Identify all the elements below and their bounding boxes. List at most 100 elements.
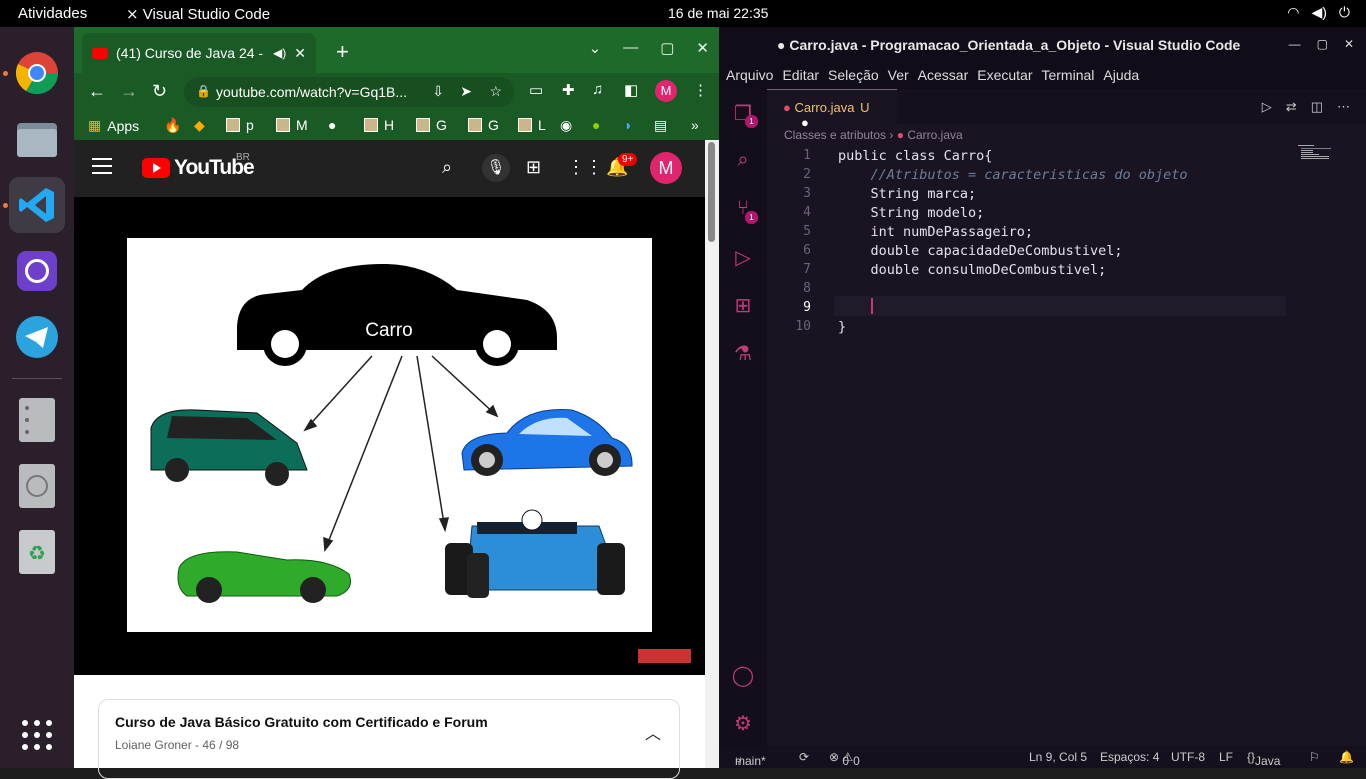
video-player[interactable]: Carro <box>74 197 705 675</box>
problems-status[interactable]: ⊗ 0 ⚠ 0 <box>829 750 860 768</box>
scrollbar-thumb[interactable] <box>708 142 715 242</box>
tab-status: U <box>860 100 870 115</box>
minimap[interactable] <box>1298 145 1354 165</box>
menu-ver[interactable]: Ver <box>888 63 916 89</box>
search-icon[interactable]: ⌕ <box>731 149 755 173</box>
omnibox[interactable]: 🔒 youtube.com/watch?v=Gq1B... ⇩ ➤ ☆ <box>184 77 514 107</box>
account-avatar[interactable]: M <box>650 152 682 184</box>
accounts-icon[interactable]: ◯ <box>731 663 755 687</box>
activities-button[interactable]: Atividades <box>18 5 87 22</box>
feedback-icon[interactable]: ⚐ <box>1309 750 1320 764</box>
bookmark-wave[interactable]: ◗ <box>624 117 632 133</box>
cursor-position[interactable]: Ln 9, Col 5 <box>1029 750 1087 764</box>
settings-gear-icon[interactable]: ⚙ <box>731 711 755 735</box>
bookmark-tiger[interactable]: ◆ <box>194 117 205 134</box>
create-video-icon[interactable]: ⊞ <box>526 157 541 178</box>
end-of-line[interactable]: LF <box>1219 750 1233 764</box>
menu-arquivo[interactable]: Arquivo <box>726 63 780 89</box>
system-tray[interactable]: ◠ ◀) ⏻ <box>1287 4 1350 21</box>
line-number: 10 <box>795 319 811 334</box>
line-number: 3 <box>803 186 811 201</box>
search-icon[interactable]: ⌕ <box>442 157 452 178</box>
apps-icon[interactable]: ⋮⋮ <box>567 157 603 178</box>
install-icon[interactable]: ⇩ <box>432 83 444 100</box>
bookmark-l[interactable]: L <box>518 117 546 133</box>
page-scrollbar[interactable] <box>705 140 719 768</box>
minimize-icon[interactable]: — <box>623 39 638 57</box>
clock[interactable]: 16 de mai 22:35 <box>668 5 768 21</box>
disk-icon[interactable] <box>9 458 65 514</box>
menu-acessar[interactable]: Acessar <box>918 63 976 89</box>
menu-icon[interactable]: ⋮ <box>693 81 708 99</box>
minimize-icon[interactable]: — <box>1289 37 1301 51</box>
split-editor-icon[interactable]: ◫ <box>1311 99 1323 115</box>
encoding[interactable]: UTF-8 <box>1171 750 1205 764</box>
menu-terminal[interactable]: Terminal <box>1041 63 1101 89</box>
menu-selecao[interactable]: Seleção <box>828 63 886 89</box>
telegram-icon[interactable] <box>9 309 65 365</box>
media-icon[interactable]: ♫ <box>592 81 603 98</box>
hamburger-menu-icon[interactable] <box>92 158 112 179</box>
cast-icon[interactable]: ▭ <box>529 81 543 99</box>
source-control-icon[interactable]: ⑂ 1 <box>731 197 758 224</box>
bookmark-m[interactable]: M <box>276 117 308 133</box>
maximize-icon[interactable]: ▢ <box>660 39 674 57</box>
profile-avatar[interactable]: M <box>655 80 677 102</box>
compare-icon[interactable]: ⇄ <box>1286 99 1297 115</box>
close-tab-icon[interactable]: ✕ <box>294 45 306 62</box>
more-bookmarks-icon[interactable]: » <box>691 117 699 133</box>
sidepanel-icon[interactable]: ◧ <box>624 81 638 99</box>
active-app-menu[interactable]: ⨯ Visual Studio Code <box>126 5 270 23</box>
code-editor[interactable]: 1 public class Carro{2 //Atributos = cara… <box>767 145 1366 754</box>
speaker-icon[interactable]: ◀) <box>273 46 286 60</box>
bookmark-owl[interactable]: ● <box>592 117 600 133</box>
reload-button[interactable]: ↻ <box>152 81 167 102</box>
explorer-icon[interactable]: ❐ 1 <box>731 101 758 128</box>
send-icon[interactable]: ➤ <box>460 83 472 100</box>
new-tab-button[interactable]: + <box>336 39 349 65</box>
star-icon[interactable]: ☆ <box>489 83 502 100</box>
bookmark-globe[interactable]: ◉ <box>560 117 572 134</box>
sync-icon[interactable]: ⟳ <box>799 750 809 764</box>
extensions-icon[interactable]: ⊞ <box>731 293 755 317</box>
indentation[interactable]: Espaços: 4 <box>1100 750 1159 764</box>
testing-icon[interactable]: ⚗ <box>731 341 755 365</box>
forward-button[interactable]: → <box>120 81 138 102</box>
maximize-icon[interactable]: ▢ <box>1317 37 1328 51</box>
bookmark-h[interactable]: H <box>364 117 394 133</box>
breadcrumb-file[interactable]: Carro.java <box>907 128 962 142</box>
vscode-icon[interactable] <box>9 177 65 233</box>
menu-editar[interactable]: Editar <box>782 63 826 89</box>
back-button[interactable]: ← <box>88 81 106 102</box>
bookmark-bar-icon[interactable]: ▤ <box>654 117 667 134</box>
menu-ajuda[interactable]: Ajuda <box>1103 63 1146 89</box>
microphone-icon[interactable]: 🎙 <box>482 154 510 182</box>
bookmark-g1[interactable]: G <box>416 117 447 133</box>
menu-executar[interactable]: Executar <box>977 63 1039 89</box>
notifications-bell-icon[interactable]: 🔔 <box>1339 750 1354 764</box>
github-desktop-icon[interactable] <box>9 243 65 299</box>
bookmark-g2[interactable]: G <box>468 117 499 133</box>
breadcrumb-folder[interactable]: Classes e atributos <box>784 128 886 142</box>
more-actions-icon[interactable]: ⋯ <box>1337 99 1350 115</box>
apps-grid-icon[interactable] <box>9 707 65 763</box>
run-icon[interactable]: ▷ <box>1262 99 1272 115</box>
chevron-up-icon[interactable]: ︿ <box>645 720 661 744</box>
tab-carro-java[interactable]: ● Carro.java U ● <box>767 89 897 130</box>
bookmark-apps[interactable]: ▦ Apps <box>88 117 139 134</box>
server-icon[interactable] <box>9 392 65 448</box>
browser-tab[interactable]: (41) Curso de Java 24 - ◀) ✕ <box>82 33 316 73</box>
run-debug-icon[interactable]: ▷ <box>731 245 755 269</box>
extensions-icon[interactable]: ✚ <box>562 81 575 99</box>
bookmark-circle[interactable]: ● <box>328 117 336 133</box>
close-window-icon[interactable]: ✕ <box>1344 37 1354 51</box>
language-mode[interactable]: {} Java <box>1247 750 1280 768</box>
tab-search-icon[interactable]: ⌄ <box>589 39 602 57</box>
files-icon[interactable] <box>9 111 65 167</box>
close-window-icon[interactable]: ✕ <box>696 39 709 57</box>
chrome-icon[interactable] <box>9 45 65 101</box>
playlist-panel[interactable]: Curso de Java Básico Gratuito com Certif… <box>98 699 680 779</box>
bookmark-p[interactable]: p <box>226 117 254 133</box>
trash-icon[interactable]: ♻ <box>9 524 65 580</box>
bookmark-fire[interactable]: 🔥 <box>164 117 181 134</box>
